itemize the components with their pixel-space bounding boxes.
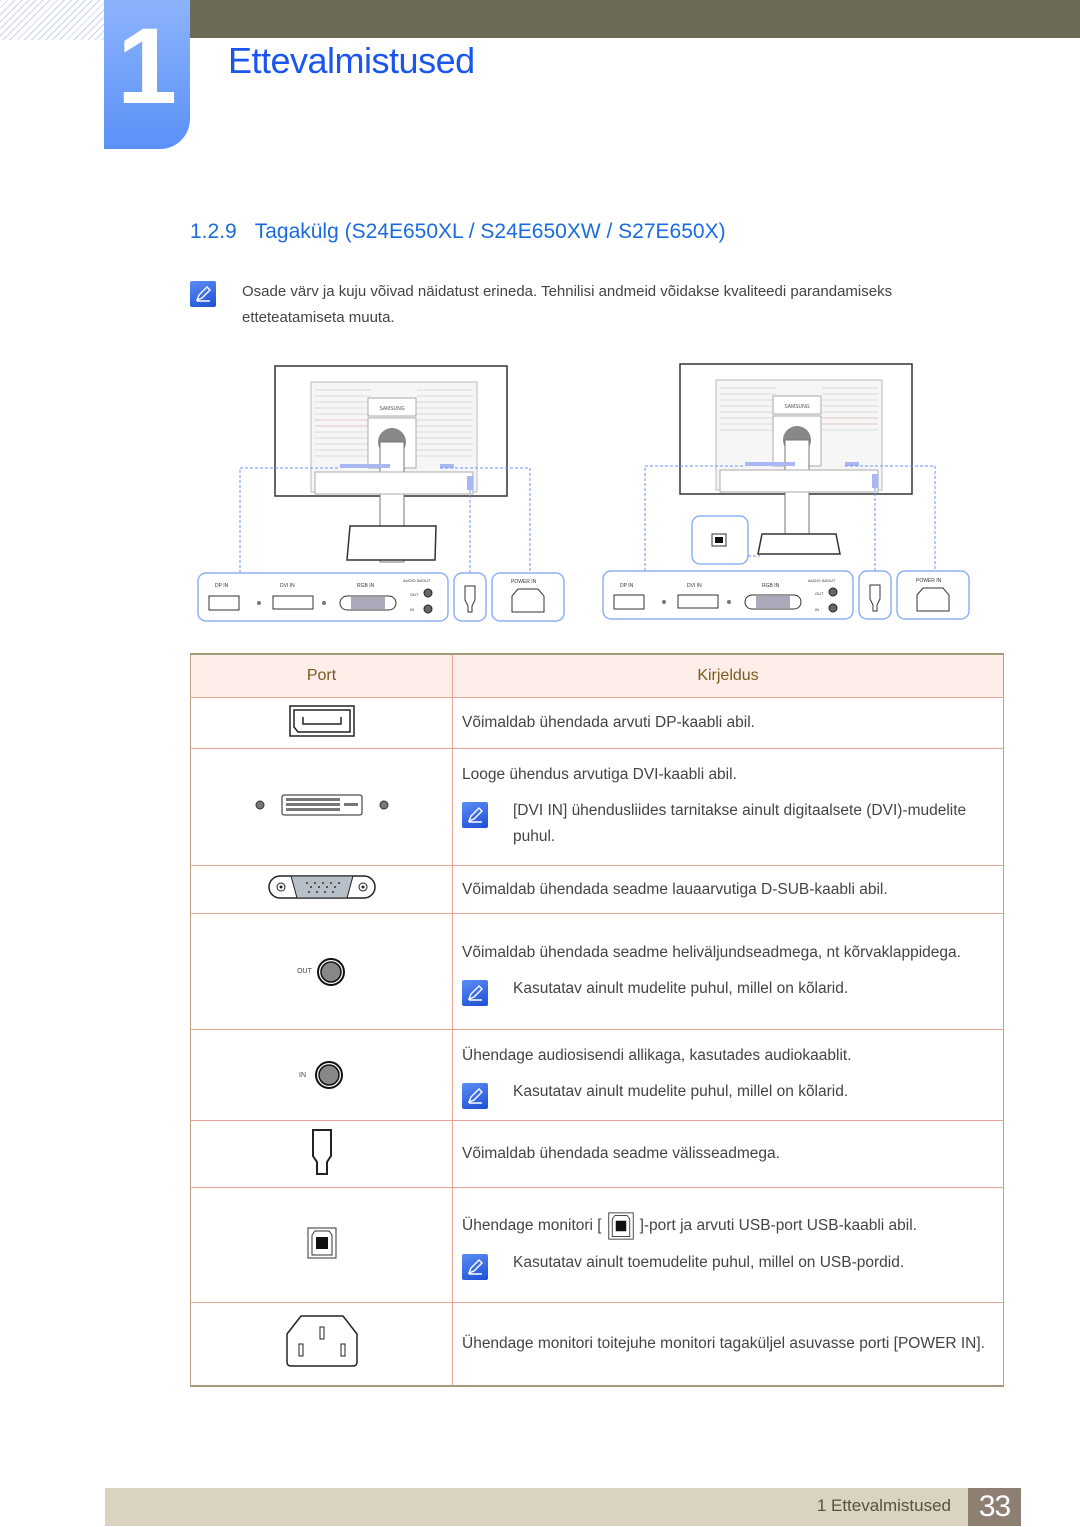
- dp-label: DP IN: [620, 583, 634, 589]
- header-port: Port: [190, 653, 453, 698]
- row-description: Võimaldab ühendada arvuti DP-kaabli abil…: [462, 714, 755, 731]
- row-description: Looge ühendus arvutiga DVI-kaabli abil.: [462, 766, 737, 783]
- decorative-hatch: [0, 0, 104, 40]
- row-description: Võimaldab ühendada seadme heliväljundsea…: [462, 943, 961, 961]
- page-footer: 1 Ettevalmistused 33: [105, 1488, 1021, 1526]
- footer-chapter-label: 1 Ettevalmistused: [816, 1496, 951, 1515]
- row-description: Ühendage monitori [ ]-port ja arvuti USB-…: [462, 1212, 993, 1240]
- note-icon: [462, 979, 488, 1006]
- row-description: Võimaldab ühendada seadme välisseadmega.: [462, 1145, 780, 1162]
- header-bar: [190, 0, 1080, 38]
- vga-port-icon: [267, 875, 376, 899]
- displayport-icon: [288, 704, 355, 737]
- rgb-label: RGB IN: [762, 583, 780, 589]
- chapter-tab: 1: [104, 0, 190, 149]
- power-label: POWER IN: [916, 578, 942, 584]
- usb-b-port-icon: [307, 1227, 336, 1258]
- table-row: Ühendage monitori [ ]-port ja arvuti USB-…: [190, 1187, 1004, 1303]
- row-note: Kasutatav ainult mudelite puhul, millel …: [462, 976, 993, 1006]
- table-row: Ühendage monitori toitejuhe monitori tag…: [190, 1302, 1004, 1387]
- port-label: IN: [299, 1071, 306, 1079]
- chapter-title: Ettevalmistused: [228, 40, 475, 81]
- row-note: Kasutatav ainult toemudelite puhul, mill…: [462, 1250, 993, 1280]
- row-note: Kasutatav ainult mudelite puhul, millel …: [462, 1079, 993, 1109]
- row-note-text: Kasutatav ainult mudelite puhul, millel …: [513, 1083, 849, 1100]
- row-description: Ühendage monitori toitejuhe monitori tag…: [462, 1334, 985, 1352]
- dvi-port-icon: [255, 794, 388, 815]
- monitor-back-diagram-left: SAMSUNG DP IN DVI IN RGB IN AUDIO IN/OUT…: [197, 365, 565, 622]
- brand-label: SAMSUNG: [784, 404, 809, 410]
- dp-label: DP IN: [215, 583, 229, 589]
- table-row: IN Ühendage audiosisendi allikaga, kasut…: [190, 1029, 1004, 1121]
- audio-label: AUDIO IN/OUT: [403, 578, 431, 583]
- note-icon: [462, 1083, 488, 1109]
- page-number: 33: [968, 1488, 1021, 1526]
- table-row: Võimaldab ühendada arvuti DP-kaabli abil…: [190, 697, 1004, 749]
- row-description: Ühendage audiosisendi allikaga, kasutade…: [462, 1047, 852, 1064]
- brand-label: SAMSUNG: [379, 406, 404, 412]
- out-label: OUT: [410, 592, 419, 597]
- table-row: Võimaldab ühendada seadme välisseadmega.: [190, 1120, 1004, 1188]
- row-note: [DVI IN] ühendusliides tarnitakse ainult…: [462, 798, 993, 850]
- power-in-icon: [285, 1315, 358, 1367]
- section-number: 1.2.9: [190, 220, 237, 243]
- intro-note-text: Osade värv ja kuju võivad näidatust erin…: [242, 283, 893, 326]
- row-description-after: ]-port ja arvuti USB-port USB-kaabli abi…: [639, 1217, 917, 1235]
- note-icon: [190, 281, 216, 307]
- header-description: Kirjeldus: [452, 653, 1004, 698]
- note-icon: [462, 1254, 488, 1280]
- monitor-back-diagram-right: SAMSUNG DP IN DVI IN RGB IN AUDIO IN/OUT…: [602, 363, 970, 620]
- table-row: OUT Võimaldab ühendada seadme heliväljun…: [190, 913, 1004, 1030]
- row-note-text: Kasutatav ainult toemudelite puhul, mill…: [513, 1254, 905, 1271]
- monitor-stand-base: [346, 525, 437, 561]
- row-description-before: Ühendage monitori [: [462, 1217, 602, 1235]
- section-title: 1.2.9 Tagakülg (S24E650XL / S24E650XW / S…: [190, 220, 726, 244]
- port-table: Port Kirjeldus Võimaldab ühendada arvuti…: [190, 653, 1004, 1387]
- port-label: OUT: [297, 968, 312, 975]
- row-note-text: [DVI IN] ühendusliides tarnitakse ainult…: [513, 802, 967, 845]
- audio-label: AUDIO IN/OUT: [808, 578, 836, 583]
- note-icon: [462, 802, 488, 828]
- row-description: Võimaldab ühendada seadme lauaarvutiga D…: [462, 880, 888, 898]
- in-label: IN: [815, 607, 819, 612]
- kensington-lock-icon: [311, 1128, 332, 1175]
- power-label: POWER IN: [511, 579, 537, 585]
- dvi-label: DVI IN: [280, 583, 295, 589]
- chapter-number: 1: [116, 5, 178, 126]
- table-header-row: Port Kirjeldus: [190, 653, 1004, 698]
- audio-in-icon: [315, 1061, 343, 1089]
- in-label: IN: [410, 607, 414, 612]
- usb-b-port-icon: [607, 1212, 634, 1240]
- dvi-label: DVI IN: [687, 583, 702, 589]
- out-label: OUT: [815, 591, 824, 596]
- audio-out-icon: [316, 957, 345, 986]
- table-row: Looge ühendus arvutiga DVI-kaabli abil. …: [190, 748, 1004, 866]
- table-row: Võimaldab ühendada seadme lauaarvutiga D…: [190, 865, 1004, 914]
- row-note-text: Kasutatav ainult mudelite puhul, millel …: [513, 979, 849, 997]
- rgb-label: RGB IN: [357, 583, 375, 589]
- section-name: Tagakülg (S24E650XL / S24E650XW / S27E65…: [254, 220, 726, 243]
